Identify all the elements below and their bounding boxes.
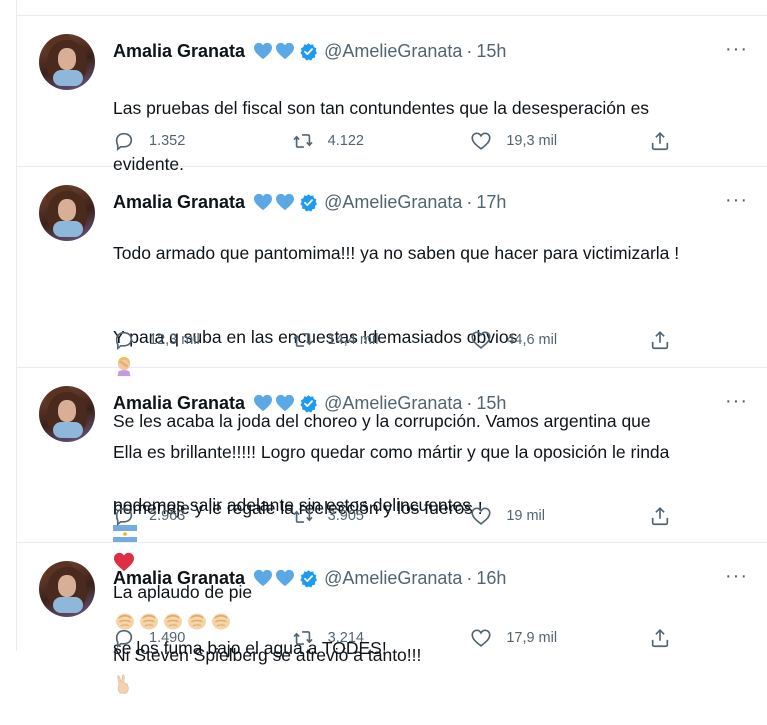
retweet-count: 4.122 xyxy=(327,133,364,149)
retweet-count: 3.214 xyxy=(327,630,364,646)
avatar[interactable] xyxy=(39,185,95,241)
share-button[interactable] xyxy=(649,130,673,152)
like-button[interactable]: 19 mil xyxy=(470,505,580,527)
blue-heart-icon xyxy=(253,42,273,60)
more-options-icon[interactable]: ··· xyxy=(725,189,748,211)
victory-hand-icon xyxy=(113,673,135,695)
tweet-actions: 1.352 4.122 19,3 mil xyxy=(113,128,673,154)
verified-badge-icon xyxy=(299,193,318,212)
tweet-header: Amalia Granata @AmelieGranata · 15h ··· xyxy=(113,38,748,64)
blue-heart-icon xyxy=(275,42,295,60)
reply-button[interactable]: 1.352 xyxy=(113,130,223,152)
retweet-icon xyxy=(292,627,314,649)
share-button[interactable] xyxy=(649,329,673,351)
separator: · xyxy=(466,191,473,212)
reply-icon xyxy=(113,329,135,351)
share-button[interactable] xyxy=(649,505,673,527)
reply-button[interactable]: 1.490 xyxy=(113,627,223,649)
blue-hearts-emoji xyxy=(253,193,295,211)
tweet[interactable]: Amalia Granata @AmelieGranata · 15h ··· … xyxy=(17,16,767,174)
reply-count: 1.490 xyxy=(149,630,186,646)
reply-icon xyxy=(113,505,135,527)
like-count: 44,6 mil xyxy=(506,332,558,348)
reply-icon xyxy=(113,627,135,649)
like-button[interactable]: 44,6 mil xyxy=(470,329,580,351)
like-button[interactable]: 19,3 mil xyxy=(470,130,580,152)
retweet-button[interactable]: 4.122 xyxy=(292,130,402,152)
retweet-icon xyxy=(292,130,314,152)
share-icon xyxy=(649,627,671,649)
timestamp[interactable]: 15h xyxy=(476,41,506,62)
share-icon xyxy=(649,329,671,351)
retweet-button[interactable]: 3.214 xyxy=(292,627,402,649)
tweet[interactable]: Amalia Granata @AmelieGranata · 16h ··· … xyxy=(17,543,767,651)
like-icon xyxy=(470,130,492,152)
verified-badge-icon xyxy=(299,42,318,61)
author-handle[interactable]: @AmelieGranata xyxy=(324,192,462,213)
reply-icon xyxy=(113,130,135,152)
timestamp[interactable]: 17h xyxy=(476,192,506,213)
reply-count: 1.352 xyxy=(149,133,186,149)
reply-button[interactable]: 12,3 mil xyxy=(113,329,223,351)
avatar[interactable] xyxy=(39,34,95,90)
share-icon xyxy=(649,130,671,152)
author-name[interactable]: Amalia Granata xyxy=(113,192,245,213)
retweet-button[interactable]: 3.905 xyxy=(292,505,402,527)
avatar[interactable] xyxy=(39,386,95,442)
blue-heart-icon xyxy=(253,193,273,211)
like-icon xyxy=(470,329,492,351)
blue-hearts-emoji xyxy=(253,42,295,60)
avatar[interactable] xyxy=(39,561,95,617)
more-options-icon[interactable]: ··· xyxy=(725,565,748,587)
tweet-actions: 12,3 mil 14,4 mil 44,6 mil xyxy=(113,327,673,353)
retweet-icon xyxy=(292,505,314,527)
tweet-actions: 2.963 3.905 19 mil xyxy=(113,503,673,529)
tweet[interactable]: Amalia Granata @AmelieGranata · 17h ··· … xyxy=(17,167,767,368)
retweet-count: 14,4 mil xyxy=(327,332,379,348)
like-count: 17,9 mil xyxy=(506,630,558,646)
like-icon xyxy=(470,505,492,527)
blue-heart-icon xyxy=(275,193,295,211)
author-name[interactable]: Amalia Granata xyxy=(113,41,245,62)
like-count: 19,3 mil xyxy=(506,133,558,149)
tweet[interactable]: Amalia Granata @AmelieGranata · 15h ··· … xyxy=(17,368,767,658)
retweet-count: 3.905 xyxy=(327,508,364,524)
tweet-text: Ni Steven Spielberg se atrevió a tanto!!… xyxy=(113,585,744,725)
retweet-icon xyxy=(292,329,314,351)
like-count: 19 mil xyxy=(506,508,545,524)
retweet-button[interactable]: 14,4 mil xyxy=(292,329,402,351)
reply-count: 12,3 mil xyxy=(149,332,200,348)
separator: · xyxy=(466,40,473,61)
timeline: Amalia Granata @AmelieGranata · 15h ··· … xyxy=(16,0,767,651)
share-icon xyxy=(649,505,671,527)
more-options-icon[interactable]: ··· xyxy=(725,390,748,412)
reply-count: 2.963 xyxy=(149,508,186,524)
tweet-text-line: Ella es brillante!!!!! Logro quedar como… xyxy=(113,442,670,462)
tweet-actions: 1.490 3.214 17,9 mil xyxy=(113,625,673,651)
like-button[interactable]: 17,9 mil xyxy=(470,627,580,649)
like-icon xyxy=(470,627,492,649)
author-handle[interactable]: @AmelieGranata xyxy=(324,41,462,62)
share-button[interactable] xyxy=(649,627,673,649)
tweet-text-line: Todo armado que pantomima!!! ya no saben… xyxy=(113,243,680,263)
tweet-text-line: Las pruebas del fiscal son tan contunden… xyxy=(113,98,650,118)
more-options-icon[interactable]: ··· xyxy=(725,38,748,60)
reply-button[interactable]: 2.963 xyxy=(113,505,223,527)
